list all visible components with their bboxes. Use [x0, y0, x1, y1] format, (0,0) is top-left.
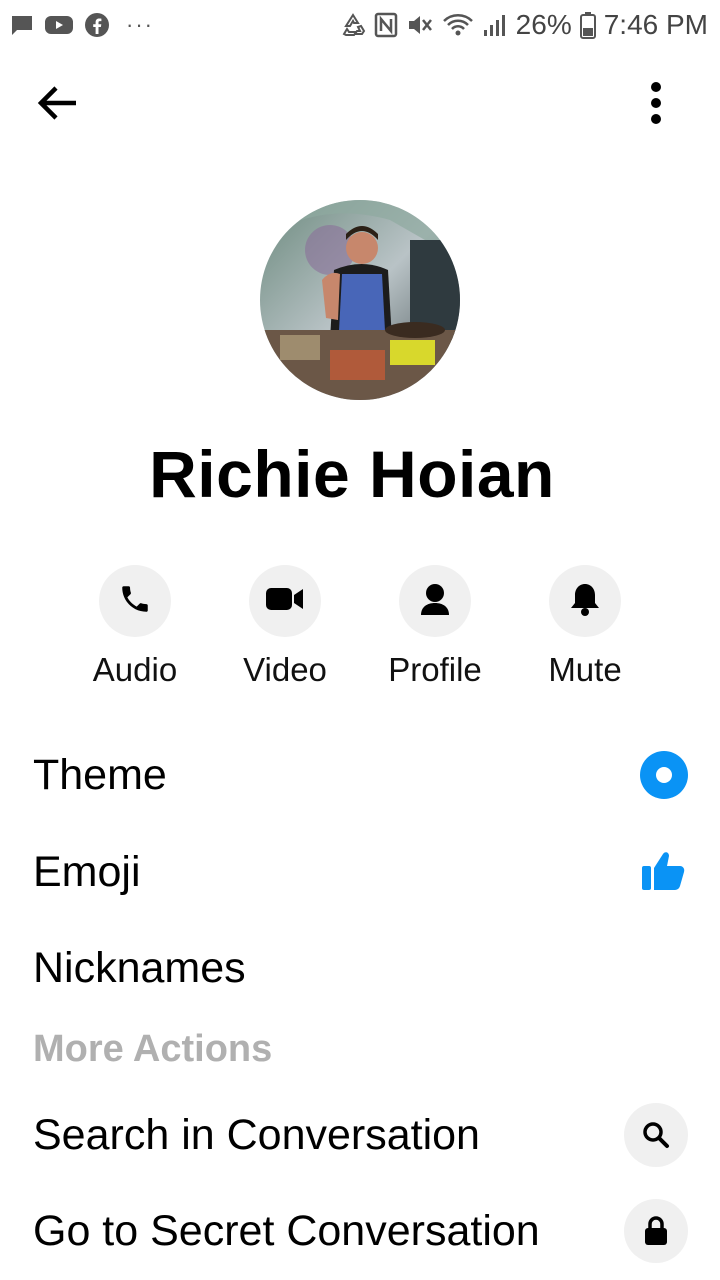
- battery-icon: [579, 11, 596, 39]
- battery-percent: 26%: [515, 9, 572, 40]
- more-vertical-icon: [650, 81, 662, 130]
- youtube-icon: [44, 13, 74, 37]
- mute-icon-circle: [549, 565, 621, 637]
- video-call-button[interactable]: Video: [210, 565, 360, 689]
- more-options-button[interactable]: [630, 80, 682, 130]
- nicknames-label: Nicknames: [33, 943, 246, 992]
- profile-icon-circle: [399, 565, 471, 637]
- signal-icon: [482, 12, 508, 38]
- status-bar-system: 26% 7:46 PM: [340, 6, 708, 44]
- message-icon: [10, 13, 34, 37]
- mute-label: Mute: [548, 651, 622, 688]
- mute-vibrate-icon: [406, 12, 434, 38]
- bell-icon: [569, 581, 601, 622]
- person-icon: [419, 582, 451, 621]
- video-label: Video: [243, 651, 327, 688]
- arrow-left-icon: [36, 83, 80, 128]
- clock: 7:46 PM: [603, 9, 708, 40]
- emoji-row[interactable]: Emoji: [33, 837, 688, 907]
- video-camera-icon: [265, 584, 305, 619]
- emoji-label: Emoji: [33, 847, 141, 896]
- thumbs-up-icon: [640, 846, 688, 899]
- back-button[interactable]: [30, 80, 86, 130]
- avatar[interactable]: [260, 200, 460, 400]
- recycle-icon: [340, 12, 366, 38]
- nicknames-row[interactable]: Nicknames: [33, 933, 688, 1003]
- profile-name: Richie Hoian: [149, 437, 555, 511]
- mute-button[interactable]: Mute: [510, 565, 660, 689]
- more-notifications: ···: [126, 12, 154, 37]
- lock-icon: [624, 1199, 688, 1263]
- wifi-icon: [442, 12, 474, 38]
- audio-icon-circle: [99, 565, 171, 637]
- audio-label: Audio: [92, 651, 178, 688]
- nfc-icon: [374, 12, 398, 38]
- search-icon: [624, 1103, 688, 1167]
- profile-button[interactable]: Profile: [360, 565, 510, 689]
- secret-conversation-label: Go to Secret Conversation: [33, 1206, 540, 1255]
- theme-label: Theme: [33, 750, 167, 799]
- theme-row[interactable]: Theme: [33, 740, 688, 810]
- status-bar-notifications: ···: [10, 10, 154, 40]
- phone-icon: [118, 582, 152, 621]
- search-conversation-label: Search in Conversation: [33, 1110, 480, 1159]
- theme-dot-icon: [640, 751, 688, 799]
- profile-label: Profile: [388, 651, 482, 688]
- video-icon-circle: [249, 565, 321, 637]
- more-actions-heading: More Actions: [33, 1028, 273, 1070]
- audio-call-button[interactable]: Audio: [60, 565, 210, 689]
- facebook-icon: [84, 12, 110, 38]
- search-conversation-row[interactable]: Search in Conversation: [33, 1100, 688, 1170]
- secret-conversation-row[interactable]: Go to Secret Conversation: [33, 1196, 688, 1266]
- status-bar: ··· 26% 7:46 PM: [0, 0, 720, 50]
